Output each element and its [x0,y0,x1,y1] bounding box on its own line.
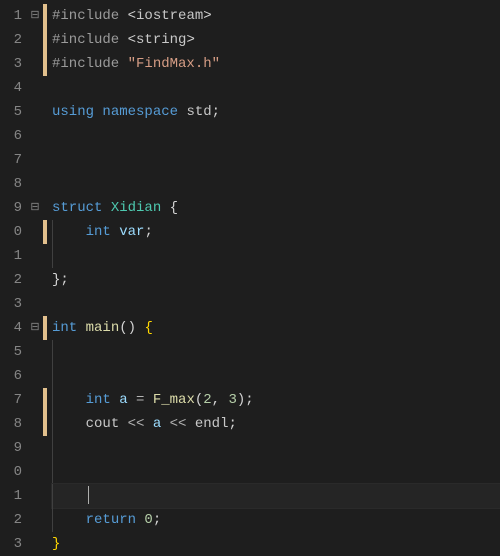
line-number: 1 [4,484,22,508]
diff-modified-icon [43,412,47,436]
line-number: 7 [4,148,22,172]
code-line[interactable] [52,436,500,460]
diff-modified-icon [43,4,47,28]
line-number: 0 [4,460,22,484]
line-number: 1 [4,244,22,268]
code-line[interactable] [52,244,500,268]
code-line[interactable]: using namespace std; [52,100,500,124]
line-number: 4 [4,316,22,340]
code-line[interactable]: cout << a << endl; [52,412,500,436]
code-line[interactable] [52,292,500,316]
fold-collapse-icon[interactable]: ⊟ [28,4,42,28]
line-number: 6 [4,124,22,148]
code-line[interactable] [52,148,500,172]
text-cursor-icon [88,486,89,504]
code-line[interactable]: int var; [52,220,500,244]
line-number: 9 [4,436,22,460]
code-line-active[interactable] [52,484,500,508]
line-number: 2 [4,268,22,292]
line-number: 7 [4,388,22,412]
line-number: 9 [4,196,22,220]
code-line[interactable]: } [52,532,500,556]
preproc-token: #include [52,8,128,24]
fold-collapse-icon[interactable]: ⊟ [28,316,42,340]
code-line[interactable]: }; [52,268,500,292]
code-line[interactable]: struct Xidian { [52,196,500,220]
line-number: 5 [4,340,22,364]
line-number: 4 [4,76,22,100]
line-number-gutter: 1 2 3 4 5 6 7 8 9 0 1 2 3 4 5 6 7 8 9 0 … [0,0,28,555]
line-number: 3 [4,52,22,76]
line-number: 2 [4,28,22,52]
line-number: 1 [4,4,22,28]
code-line[interactable] [52,124,500,148]
code-line[interactable] [52,364,500,388]
line-number: 6 [4,364,22,388]
diff-modified-icon [43,28,47,52]
fold-gutter: ⊟ ⊟ ⊟ [28,0,42,555]
code-line[interactable]: #include "FindMax.h" [52,52,500,76]
code-editor[interactable]: #include <iostream> #include <string> #i… [48,0,500,555]
code-line[interactable] [52,76,500,100]
line-number: 8 [4,412,22,436]
code-line[interactable]: int a = F_max(2, 3); [52,388,500,412]
code-line[interactable]: return 0; [52,508,500,532]
code-line[interactable]: #include <iostream> [52,4,500,28]
diff-modified-icon [43,388,47,412]
line-number: 3 [4,292,22,316]
code-line[interactable]: #include <string> [52,28,500,52]
code-line[interactable] [52,172,500,196]
diff-modified-icon [43,220,47,244]
line-number: 5 [4,100,22,124]
code-line[interactable]: int main() { [52,316,500,340]
string-literal: "FindMax.h" [128,56,220,72]
line-number: 3 [4,532,22,556]
line-number: 2 [4,508,22,532]
code-line[interactable] [52,340,500,364]
diff-modified-icon [43,52,47,76]
diff-modified-icon [43,316,47,340]
fold-collapse-icon[interactable]: ⊟ [28,196,42,220]
line-number: 8 [4,172,22,196]
code-line[interactable] [52,460,500,484]
line-number: 0 [4,220,22,244]
